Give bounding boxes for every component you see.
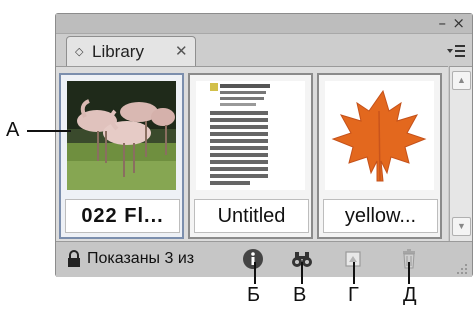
- info-icon[interactable]: [241, 247, 265, 271]
- library-item-2[interactable]: Untitled: [188, 73, 313, 239]
- status-bar: Показаны 3 из: [56, 241, 472, 277]
- tab-diamond-icon: ◇: [75, 46, 84, 58]
- maple-leaf-thumbnail: [325, 81, 434, 190]
- flamingos-thumbnail: [67, 81, 176, 190]
- library-panel: – × ◇ Library ✕ 022 Fl... Untitled yello…: [55, 13, 473, 277]
- library-item-1[interactable]: 022 Fl...: [59, 73, 184, 239]
- tab-library[interactable]: ◇ Library ✕: [66, 36, 196, 67]
- document-thumbnail: [196, 81, 305, 190]
- tab-label: Library: [92, 42, 144, 61]
- minimize-button[interactable]: –: [439, 14, 447, 33]
- vertical-scrollbar[interactable]: ▲ ▼: [449, 66, 472, 241]
- callout-v: В: [293, 284, 307, 306]
- item-caption: 022 Fl...: [65, 199, 180, 233]
- tab-close-icon[interactable]: ✕: [175, 37, 188, 67]
- lock-icon: [62, 247, 86, 271]
- callout-v-line: [301, 262, 303, 284]
- tab-row: ◇ Library ✕: [56, 34, 472, 67]
- item-grid: 022 Fl... Untitled yellow...: [56, 66, 448, 241]
- callout-d-line: [408, 262, 410, 284]
- library-item-3[interactable]: yellow...: [317, 73, 442, 239]
- callout-a-line: [27, 130, 71, 132]
- callout-b: Б: [247, 284, 261, 306]
- callout-b-line: [254, 262, 256, 284]
- status-text: Показаны 3 из: [87, 250, 195, 267]
- scroll-up-arrow[interactable]: ▲: [452, 71, 471, 90]
- callout-g-line: [353, 262, 355, 284]
- scroll-down-arrow[interactable]: ▼: [452, 217, 471, 236]
- resize-grip-icon[interactable]: [456, 262, 468, 274]
- callout-g: Г: [348, 284, 359, 306]
- panel-titlebar: – ×: [56, 14, 472, 34]
- callout-d: Д: [403, 284, 417, 306]
- item-caption: yellow...: [323, 199, 438, 233]
- callout-a: А: [6, 119, 20, 141]
- close-button[interactable]: ×: [452, 14, 465, 33]
- item-caption: Untitled: [194, 199, 309, 233]
- panel-menu-icon[interactable]: [446, 42, 466, 60]
